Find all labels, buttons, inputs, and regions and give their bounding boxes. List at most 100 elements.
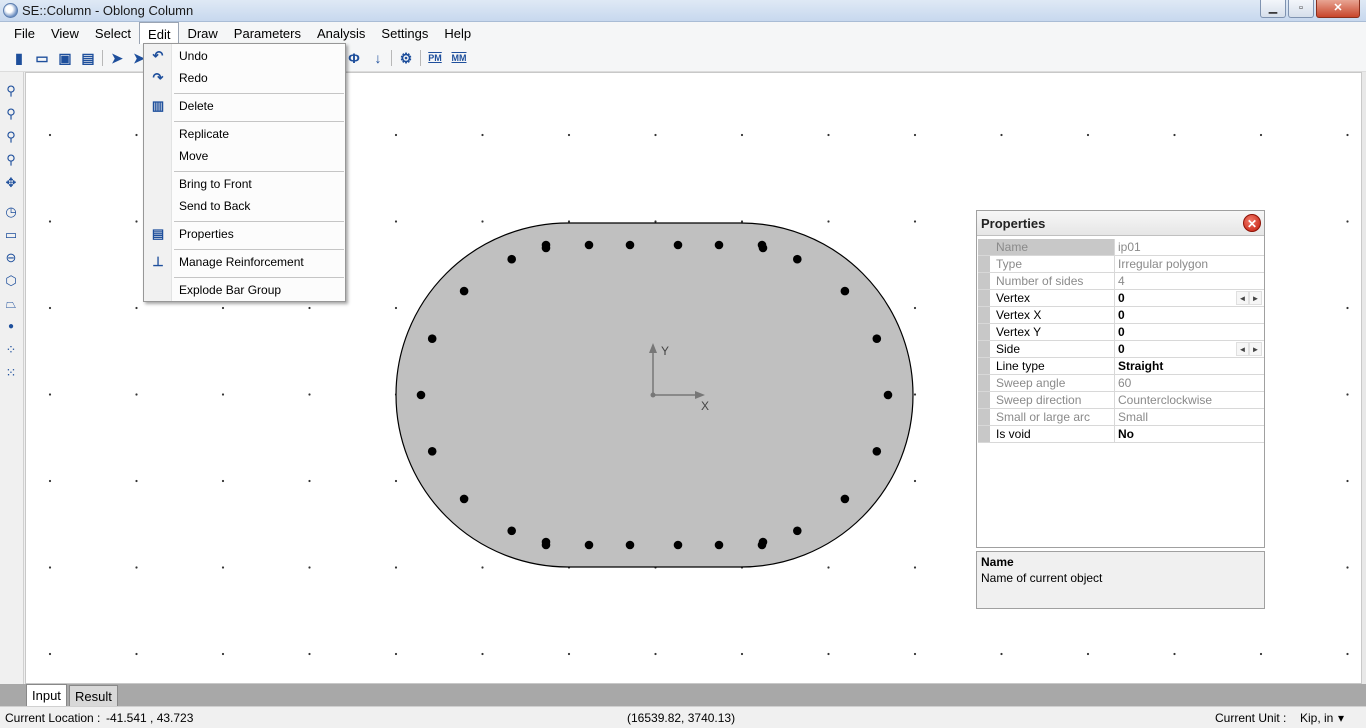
mm-icon[interactable]: MM	[450, 49, 468, 67]
rebar-bar[interactable]	[883, 390, 893, 400]
rebar-bar[interactable]	[673, 240, 683, 250]
spinner[interactable]: ◄ ►	[1236, 291, 1262, 305]
property-value[interactable]: 0	[1115, 307, 1264, 323]
spinner[interactable]: ◄ ►	[1236, 342, 1262, 356]
select-arrow-icon[interactable]: ➤	[108, 49, 126, 67]
close-icon[interactable]: ✕	[1243, 214, 1261, 232]
rebar-bar[interactable]	[793, 254, 802, 264]
bar-grid-icon[interactable]: ⁙	[2, 364, 20, 382]
minimize-button[interactable]: ▁	[1260, 0, 1286, 18]
property-value[interactable]: Straight	[1115, 358, 1264, 374]
down-arrow-icon[interactable]: ↓	[369, 49, 387, 67]
property-value[interactable]: No	[1115, 426, 1264, 442]
property-row[interactable]: Vertex 0 ◄ ►	[978, 290, 1264, 307]
pm-icon[interactable]: PM	[426, 49, 444, 67]
vertical-scrollbar[interactable]	[1362, 72, 1366, 684]
menu-item-bring-to-front[interactable]: Bring to Front	[144, 174, 345, 194]
close-button[interactable]: ✕	[1316, 0, 1360, 18]
rebar-bar[interactable]	[416, 390, 426, 400]
property-row[interactable]: Line type Straight	[978, 358, 1264, 375]
rebar-bar[interactable]	[625, 540, 635, 550]
rebar-bar[interactable]	[427, 447, 437, 456]
rebar-bar[interactable]	[840, 494, 850, 504]
menu-settings[interactable]: Settings	[373, 22, 436, 44]
rebar-bar[interactable]	[507, 254, 516, 264]
tab-input[interactable]: Input	[26, 684, 67, 706]
bar-icon[interactable]: ●	[2, 318, 20, 336]
rebar-bar[interactable]	[625, 240, 635, 250]
menu-item-undo[interactable]: ↶ Undo	[144, 46, 345, 66]
rebar-bar[interactable]	[584, 240, 594, 250]
menu-item-manage-reinforcement[interactable]: ⊥ Manage Reinforcement	[144, 252, 345, 272]
circle-center-icon[interactable]: ⊖	[2, 249, 20, 267]
diameter-icon[interactable]: Φ	[345, 49, 363, 67]
rebar-bar[interactable]	[872, 447, 882, 456]
property-row[interactable]: Small or large arc Small	[978, 409, 1264, 426]
rebar-bar[interactable]	[872, 334, 882, 344]
zoom-in-icon[interactable]: ⚲	[2, 105, 20, 123]
menu-item-send-to-back[interactable]: Send to Back	[144, 196, 345, 216]
menu-item-move[interactable]: Move	[144, 146, 345, 166]
menu-edit[interactable]: Edit	[139, 22, 180, 44]
rebar-bar[interactable]	[673, 540, 683, 550]
menu-item-explode-bar-group[interactable]: Explode Bar Group	[144, 280, 345, 300]
spin-left-icon[interactable]: ◄	[1236, 291, 1249, 305]
new-icon[interactable]: ▮	[10, 49, 28, 67]
irregular-polygon-icon[interactable]: ⏢	[2, 295, 20, 313]
property-value[interactable]: 0 ◄ ►	[1115, 290, 1264, 306]
tab-result[interactable]: Result	[69, 685, 118, 706]
menu-select[interactable]: Select	[87, 22, 139, 44]
bar-circle-icon[interactable]: ⁘	[2, 341, 20, 359]
rebar-bar[interactable]	[793, 526, 802, 536]
rebar-bar[interactable]	[758, 243, 768, 253]
property-row[interactable]: Vertex Y0	[978, 324, 1264, 341]
unit-selector[interactable]: Kip, in	[1300, 711, 1333, 725]
spin-right-icon[interactable]: ►	[1249, 291, 1262, 305]
zoom-out-icon[interactable]: ⚲	[2, 128, 20, 146]
menu-help[interactable]: Help	[436, 22, 479, 44]
menu-view[interactable]: View	[43, 22, 87, 44]
circle-icon[interactable]: ◷	[2, 203, 20, 221]
polygon-icon[interactable]: ⬡	[2, 272, 20, 290]
print-icon[interactable]: ▤	[79, 49, 97, 67]
rebar-bar[interactable]	[541, 243, 551, 253]
rebar-bar[interactable]	[541, 537, 551, 547]
property-row[interactable]: Is void No	[978, 426, 1264, 443]
property-row[interactable]: Number of sides 4	[978, 273, 1264, 290]
save-icon[interactable]: ▣	[56, 49, 74, 67]
property-row[interactable]: Side 0 ◄ ►	[978, 341, 1264, 358]
rectangle-icon[interactable]: ▭	[2, 226, 20, 244]
rebar-bar[interactable]	[459, 286, 469, 296]
menu-draw[interactable]: Draw	[179, 22, 225, 44]
property-row[interactable]: Name ip01	[978, 239, 1264, 256]
pan-icon[interactable]: ✥	[2, 174, 20, 192]
chevron-down-icon[interactable]: ▾	[1338, 711, 1344, 725]
rebar-bar[interactable]	[507, 526, 516, 536]
menu-item-redo[interactable]: ↷ Redo	[144, 68, 345, 88]
menu-item-replicate[interactable]: Replicate	[144, 124, 345, 144]
rebar-bar[interactable]	[427, 334, 437, 344]
spin-right-icon[interactable]: ►	[1249, 342, 1262, 356]
property-row[interactable]: Type Irregular polygon	[978, 256, 1264, 273]
property-row[interactable]: Vertex X0	[978, 307, 1264, 324]
menu-item-properties[interactable]: ▤ Properties	[144, 224, 345, 244]
zoom-fit-icon[interactable]: ⚲	[2, 82, 20, 100]
maximize-button[interactable]: ▫	[1288, 0, 1314, 18]
zoom-window-icon[interactable]: ⚲	[2, 151, 20, 169]
property-row[interactable]: Sweep angle 60	[978, 375, 1264, 392]
menu-parameters[interactable]: Parameters	[226, 22, 309, 44]
spin-left-icon[interactable]: ◄	[1236, 342, 1249, 356]
rebar-bar[interactable]	[758, 537, 768, 547]
rebar-bar[interactable]	[714, 240, 724, 250]
rebar-bar[interactable]	[459, 494, 469, 504]
property-value[interactable]: 0	[1115, 324, 1264, 340]
rebar-bar[interactable]	[584, 540, 594, 550]
gear-icon[interactable]: ⚙	[397, 49, 415, 67]
open-icon[interactable]: ▭	[33, 49, 51, 67]
property-value[interactable]: 0 ◄ ►	[1115, 341, 1264, 357]
rebar-bar[interactable]	[840, 286, 850, 296]
menu-file[interactable]: File	[6, 22, 43, 44]
menu-item-delete[interactable]: ▥ Delete	[144, 96, 345, 116]
menu-analysis[interactable]: Analysis	[309, 22, 373, 44]
property-row[interactable]: Sweep direction Counterclockwise	[978, 392, 1264, 409]
